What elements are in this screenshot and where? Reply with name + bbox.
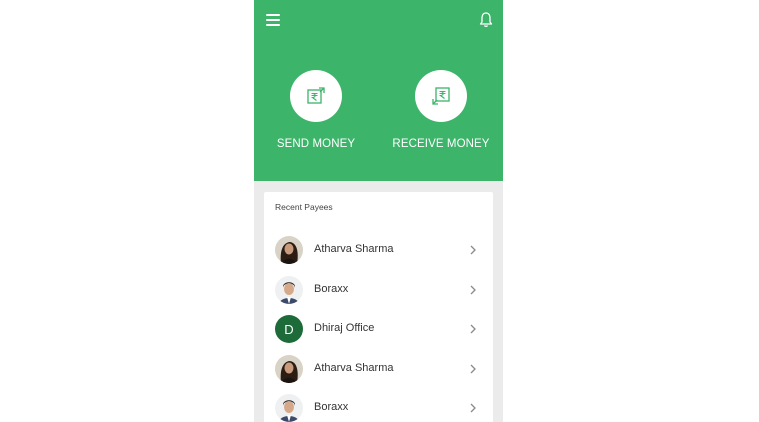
chevron-right-icon (470, 285, 476, 295)
avatar (275, 276, 303, 304)
payee-name: Dhiraj Office (314, 322, 375, 334)
send-money-button[interactable]: SEND MONEY (256, 70, 376, 150)
chevron-right-icon (470, 403, 476, 413)
send-money-label: SEND MONEY (276, 138, 356, 150)
notification-bell-icon[interactable] (479, 11, 493, 29)
avatar (275, 355, 303, 383)
rupee-send-icon (307, 87, 325, 104)
rupee-receive-icon (432, 87, 450, 105)
chevron-right-icon (470, 364, 476, 374)
avatar (275, 394, 303, 422)
payee-name: Boraxx (314, 283, 349, 295)
payee-row[interactable]: Atharva Sharma (264, 232, 493, 268)
send-money-icon-circle (290, 70, 342, 122)
mobile-app-screen: SEND MONEY RECEIVE MONEY Recent Payees A… (254, 0, 503, 422)
payee-row[interactable]: Boraxx (264, 272, 493, 308)
payee-row[interactable]: D Dhiraj Office (264, 311, 493, 347)
recent-payees-title: Recent Payees (275, 202, 333, 212)
avatar: D (275, 315, 303, 343)
avatar (275, 236, 303, 264)
receive-money-icon-circle (415, 70, 467, 122)
receive-money-label: RECEIVE MONEY (392, 138, 490, 150)
payee-row[interactable]: Boraxx (264, 390, 493, 422)
app-header: SEND MONEY RECEIVE MONEY (254, 0, 503, 181)
recent-payees-card: Recent Payees Atharva Sharma Boraxx D Dh… (264, 192, 493, 422)
chevron-right-icon (470, 245, 476, 255)
payee-name: Atharva Sharma (314, 243, 394, 255)
chevron-right-icon (470, 324, 476, 334)
receive-money-button[interactable]: RECEIVE MONEY (381, 70, 501, 150)
payee-name: Atharva Sharma (314, 362, 394, 374)
hamburger-menu-icon[interactable] (266, 14, 280, 26)
payee-row[interactable]: Atharva Sharma (264, 351, 493, 387)
payee-name: Boraxx (314, 401, 349, 413)
